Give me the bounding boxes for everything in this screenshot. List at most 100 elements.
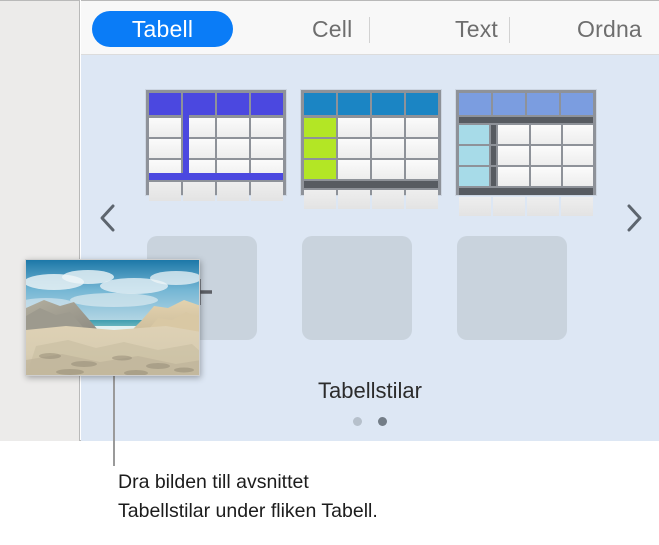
table-cell bbox=[530, 146, 561, 165]
table-divider-bar bbox=[304, 181, 438, 188]
page-dot-2[interactable] bbox=[378, 417, 387, 426]
table-footer-cell bbox=[149, 182, 181, 201]
table-header-row bbox=[459, 93, 593, 115]
table-body-row bbox=[304, 160, 438, 179]
table-accent-cell bbox=[304, 160, 336, 179]
table-header-cell bbox=[304, 93, 336, 115]
tab-tabell[interactable]: Tabell bbox=[92, 11, 233, 47]
table-header-cell bbox=[527, 93, 559, 115]
table-cell bbox=[562, 167, 593, 186]
table-cell bbox=[562, 146, 593, 165]
table-header-cell bbox=[149, 93, 181, 115]
table-body-row bbox=[459, 125, 593, 144]
table-style-thumbnail-3[interactable] bbox=[456, 90, 596, 216]
inspector-tab-bar: Tabell Cell Text Ordna bbox=[81, 0, 659, 55]
table-footer-cell bbox=[527, 197, 559, 216]
table-accent-cell bbox=[459, 167, 490, 186]
table-header-cell bbox=[459, 93, 491, 115]
table-cell bbox=[338, 118, 370, 137]
table-cell bbox=[498, 125, 529, 144]
chevron-left-icon[interactable] bbox=[95, 201, 121, 235]
table-style-grid bbox=[459, 93, 593, 216]
table-body-row bbox=[459, 167, 593, 186]
table-accent-horizontal-line bbox=[149, 173, 283, 180]
table-header-cell bbox=[251, 93, 283, 115]
table-footer-cell bbox=[251, 182, 283, 201]
table-style-thumbnail-1[interactable] bbox=[146, 90, 286, 201]
tab-cell[interactable]: Cell bbox=[312, 16, 352, 43]
table-style-placeholder-3[interactable] bbox=[457, 236, 567, 340]
table-header-cell bbox=[406, 93, 438, 115]
table-column-divider bbox=[491, 125, 497, 144]
table-accent-cell bbox=[304, 118, 336, 137]
table-accent-vertical-line bbox=[183, 115, 189, 177]
table-cell bbox=[149, 139, 181, 158]
table-cell bbox=[251, 139, 283, 158]
table-footer-cell bbox=[304, 190, 336, 209]
table-footer-cell bbox=[561, 197, 593, 216]
table-cell bbox=[530, 125, 561, 144]
table-header-divider-bar bbox=[459, 117, 593, 123]
table-cell bbox=[562, 125, 593, 144]
callout-leader-line bbox=[113, 376, 115, 466]
table-style-grid bbox=[149, 93, 283, 201]
table-cell bbox=[338, 160, 370, 179]
table-footer-cell bbox=[459, 197, 491, 216]
table-footer-cell bbox=[493, 197, 525, 216]
table-style-placeholder-2[interactable] bbox=[302, 236, 412, 340]
table-divider-bar bbox=[459, 188, 593, 195]
table-body-row bbox=[149, 139, 283, 158]
table-cell bbox=[372, 118, 404, 137]
table-cell bbox=[338, 139, 370, 158]
callout-caption: Dra bilden till avsnittet Tabellstilar u… bbox=[118, 468, 618, 526]
caption-line-1: Dra bilden till avsnittet bbox=[118, 471, 309, 493]
table-accent-cell bbox=[459, 125, 490, 144]
table-header-row bbox=[149, 93, 283, 115]
table-cell bbox=[217, 139, 249, 158]
table-body-row bbox=[149, 118, 283, 137]
table-styles-content: Tabellstilar bbox=[81, 55, 659, 441]
table-body-row bbox=[459, 146, 593, 165]
table-header-row bbox=[304, 93, 438, 115]
table-header-cell bbox=[493, 93, 525, 115]
table-column-divider bbox=[491, 146, 497, 165]
table-style-grid bbox=[304, 93, 438, 209]
table-footer-row bbox=[149, 182, 283, 201]
table-cell bbox=[498, 167, 529, 186]
tab-text[interactable]: Text bbox=[455, 16, 498, 43]
table-header-cell bbox=[561, 93, 593, 115]
table-cell bbox=[251, 118, 283, 137]
tab-separator-2 bbox=[509, 17, 510, 43]
tab-separator-1 bbox=[369, 17, 370, 43]
table-cell bbox=[406, 118, 438, 137]
table-header-cell bbox=[372, 93, 404, 115]
table-style-thumbnail-2[interactable] bbox=[301, 90, 441, 209]
dragged-image-thumbnail[interactable] bbox=[25, 259, 200, 376]
caption-line-2: Tabellstilar under fliken Tabell. bbox=[118, 500, 378, 522]
table-cell bbox=[217, 118, 249, 137]
table-cell bbox=[372, 139, 404, 158]
table-footer-cell bbox=[183, 182, 215, 201]
chevron-right-icon[interactable] bbox=[621, 201, 647, 235]
table-header-cell bbox=[338, 93, 370, 115]
table-footer-row bbox=[459, 197, 593, 216]
page-dot-1[interactable] bbox=[353, 417, 362, 426]
table-cell bbox=[406, 160, 438, 179]
table-body-row bbox=[304, 118, 438, 137]
section-title: Tabellstilar bbox=[318, 378, 422, 403]
carousel-page-dots bbox=[81, 417, 659, 426]
table-cell bbox=[530, 167, 561, 186]
table-accent-cell bbox=[304, 139, 336, 158]
table-footer-row bbox=[304, 190, 438, 209]
table-cell bbox=[406, 139, 438, 158]
table-footer-cell bbox=[338, 190, 370, 209]
table-accent-cell bbox=[459, 146, 490, 165]
table-cell bbox=[372, 160, 404, 179]
table-body-row bbox=[304, 139, 438, 158]
table-footer-cell bbox=[372, 190, 404, 209]
table-cell bbox=[149, 118, 181, 137]
table-header-cell bbox=[217, 93, 249, 115]
tab-ordna[interactable]: Ordna bbox=[577, 16, 642, 43]
table-footer-cell bbox=[406, 190, 438, 209]
table-cell bbox=[498, 146, 529, 165]
